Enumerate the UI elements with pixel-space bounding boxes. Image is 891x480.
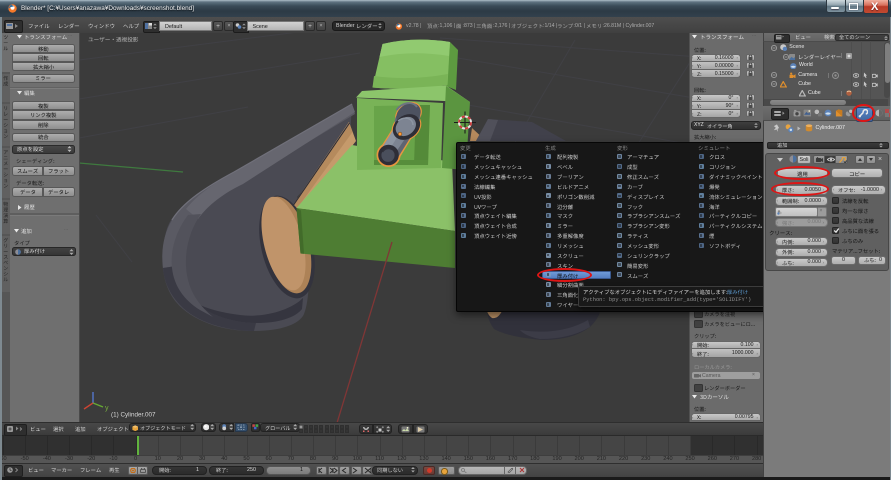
svg-text:(1) Cylinder.007: (1) Cylinder.007 [111,412,156,419]
svg-text:y: y [105,405,109,412]
